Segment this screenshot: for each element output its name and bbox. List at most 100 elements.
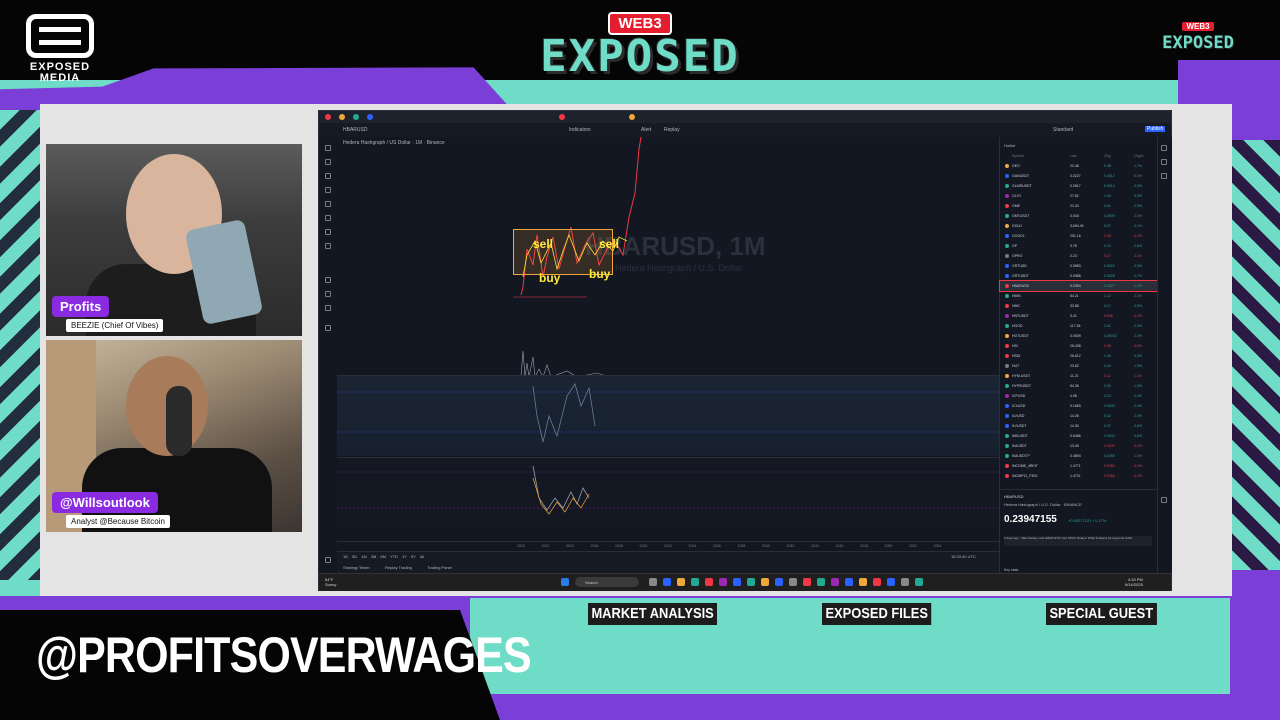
weather-widget[interactable]: 64°F Sunny (325, 577, 336, 587)
crosshair-icon[interactable] (325, 145, 331, 151)
watchlist-row[interactable]: HSI 26,438 0.08 0.0% (1000, 341, 1158, 351)
watchlist-row[interactable]: ICXUSD 0.1683 0.0040 2.4% (1000, 401, 1158, 411)
watchlist-row[interactable]: GOOGL 251.16 0.45 0.2% (1000, 231, 1158, 241)
range-button[interactable]: YTD (390, 554, 398, 559)
app-icon[interactable] (803, 578, 811, 586)
detail-news-item[interactable]: 5 days ago · SEC Delays, and HBAR ETFs G… (1004, 536, 1152, 546)
app-icon[interactable] (705, 578, 713, 586)
indicators-button[interactable]: Indicators (569, 127, 591, 133)
magnet-icon[interactable] (325, 277, 331, 283)
app-icon[interactable] (831, 578, 839, 586)
replay-trading-tab[interactable]: Replay Trading (385, 565, 412, 570)
watchlist-row[interactable]: IMXUSDT 0.6486 0.0042 0.6% (1000, 431, 1158, 441)
fib-icon[interactable] (325, 173, 331, 179)
watchlist-row[interactable]: GP 3.78 0.10 2.6% (1000, 241, 1158, 251)
watchlist-row[interactable]: GMTUSDT 0.043 0.0009 2.1% (1000, 211, 1158, 221)
trash-icon[interactable] (325, 325, 331, 331)
watchlist-icon[interactable] (1161, 145, 1167, 151)
watchlist-row[interactable]: GPRO 2.23 0.07 3.1% (1000, 251, 1158, 261)
watchlist-row[interactable]: INCWP11_F30X 1.4721 0.0056 0.4% (1000, 471, 1158, 481)
watchlist-row[interactable]: ILVUSD 14.26 0.32 2.3% (1000, 411, 1158, 421)
key-stats-link[interactable]: Key stats (1004, 568, 1018, 572)
taskbar-search[interactable]: Search (575, 577, 639, 587)
range-button[interactable]: 1D (343, 554, 348, 559)
lock-icon[interactable] (325, 291, 331, 297)
app-icon[interactable] (859, 578, 867, 586)
watchlist-row[interactable]: HIMS 54.21 1.12 2.1% (1000, 291, 1158, 301)
watchlist-row[interactable]: GEO 22.48 0.38 1.7% (1000, 161, 1158, 171)
alerts-icon[interactable] (1161, 159, 1167, 165)
range-button[interactable]: 6M (380, 554, 386, 559)
app-icon[interactable] (733, 578, 741, 586)
col-last[interactable]: Last (1070, 154, 1077, 158)
alert-button[interactable]: Alert (641, 127, 651, 133)
pattern-icon[interactable] (325, 215, 331, 221)
start-icon[interactable] (561, 578, 569, 586)
browser-tab-icon[interactable] (367, 114, 373, 120)
watchlist-title[interactable]: Hotlist (1004, 143, 1015, 148)
app-icon[interactable] (873, 578, 881, 586)
strategy-tester-tab[interactable]: Strategy Tester (343, 565, 370, 570)
watchlist-row[interactable]: GLMRUSDT 0.0617 0.0012 2.0% (1000, 181, 1158, 191)
task-view-icon[interactable] (649, 578, 657, 586)
watchlist-row[interactable]: HOTUSDT 0.0009 0.00002 2.2% (1000, 331, 1158, 341)
range-button[interactable]: 3M (371, 554, 377, 559)
watchlist-row[interactable]: GRTUSD 0.0983 0.0022 2.3% (1000, 261, 1158, 271)
watchlist-row[interactable]: HNTUSDT 3.41 0.008 0.2% (1000, 311, 1158, 321)
app-icon[interactable] (887, 578, 895, 586)
chat-icon[interactable] (1161, 497, 1167, 503)
watchlist-row[interactable]: GLXY 27.82 1.06 3.9% (1000, 191, 1158, 201)
zoom-icon[interactable] (325, 243, 331, 249)
app-icon[interactable] (901, 578, 909, 586)
app-icon[interactable] (915, 578, 923, 586)
browser-tab-icon[interactable] (353, 114, 359, 120)
range-button[interactable]: 5D (352, 554, 357, 559)
watchlist-row[interactable]: GRTUSDT 0.0988 0.0026 2.7% (1000, 271, 1158, 281)
indicator-panel-rsi[interactable] (337, 375, 999, 456)
favorites-icon[interactable] (325, 557, 331, 563)
range-button[interactable]: 1Y (402, 554, 407, 559)
eye-icon[interactable] (325, 305, 331, 311)
publish-button[interactable]: Publish (1145, 126, 1166, 132)
symbol-search-button[interactable]: HBARUSD (343, 127, 367, 133)
watchlist-row[interactable]: HYM.USDT 11.21 0.12 1.1% (1000, 371, 1158, 381)
app-icon[interactable] (789, 578, 797, 586)
app-icon[interactable] (719, 578, 727, 586)
watchlist-row[interactable]: HOOD 117.36 2.61 2.3% (1000, 321, 1158, 331)
col-symbol[interactable]: Symbol (1012, 154, 1024, 158)
watchlist-row[interactable]: HSDI 26,612 1.45 0.0% (1000, 351, 1158, 361)
app-icon[interactable] (845, 578, 853, 586)
ruler-icon[interactable] (325, 229, 331, 235)
detail-symbol[interactable]: HBARUSD (1004, 494, 1024, 499)
col-chg[interactable]: Chg (1104, 154, 1110, 158)
brush-icon[interactable] (325, 187, 331, 193)
range-button[interactable]: All (420, 554, 424, 559)
app-icon[interactable] (663, 578, 671, 586)
watchlist-row[interactable]: HBARUSD 0.2394 0.0027 1.2% (999, 280, 1159, 292)
watchlist-row[interactable]: GANUSDT 0.0227 0.0012 5.1% (1000, 171, 1158, 181)
browser-tab-icon[interactable] (629, 114, 635, 120)
watchlist-row[interactable]: HYPEUSDT 54.36 0.52 1.0% (1000, 381, 1158, 391)
browser-icon[interactable] (691, 578, 699, 586)
news-icon[interactable] (1161, 173, 1167, 179)
app-icon[interactable] (761, 578, 769, 586)
range-button[interactable]: 5Y (411, 554, 416, 559)
watchlist-row[interactable]: INCOME_4REIT 1.4771 0.0052 0.3% (1000, 461, 1158, 471)
watchlist-row[interactable]: HUT 23.62 0.44 1.9% (1000, 361, 1158, 371)
layout-standard-button[interactable]: Standard (1053, 127, 1073, 133)
watchlist-row[interactable]: INJUSDT 13.49 0.0032 0.2% (1000, 441, 1158, 451)
trading-panel-tab[interactable]: Trading Panel (427, 565, 452, 570)
text-icon[interactable] (325, 201, 331, 207)
watchlist-row[interactable]: ILVUSDT 14.30 0.37 2.6% (1000, 421, 1158, 431)
app-icon[interactable] (775, 578, 783, 586)
browser-tab-icon[interactable] (559, 114, 565, 120)
watchlist-row[interactable]: GOLD 3,694.40 5.07 0.1% (1000, 221, 1158, 231)
trendline-icon[interactable] (325, 159, 331, 165)
watchlist-row[interactable]: INJUSDT.P 0.4894 0.0055 1.1% (1000, 451, 1158, 461)
replay-button[interactable]: Replay (664, 127, 680, 133)
file-explorer-icon[interactable] (677, 578, 685, 586)
taskbar-clock[interactable]: 4:33 PM 9/14/2025 (1125, 577, 1143, 587)
watchlist-row[interactable]: ICPUSD 4.98 0.12 2.4% (1000, 391, 1158, 401)
browser-tab-strip[interactable] (319, 111, 1171, 123)
range-button[interactable]: 1M (361, 554, 367, 559)
